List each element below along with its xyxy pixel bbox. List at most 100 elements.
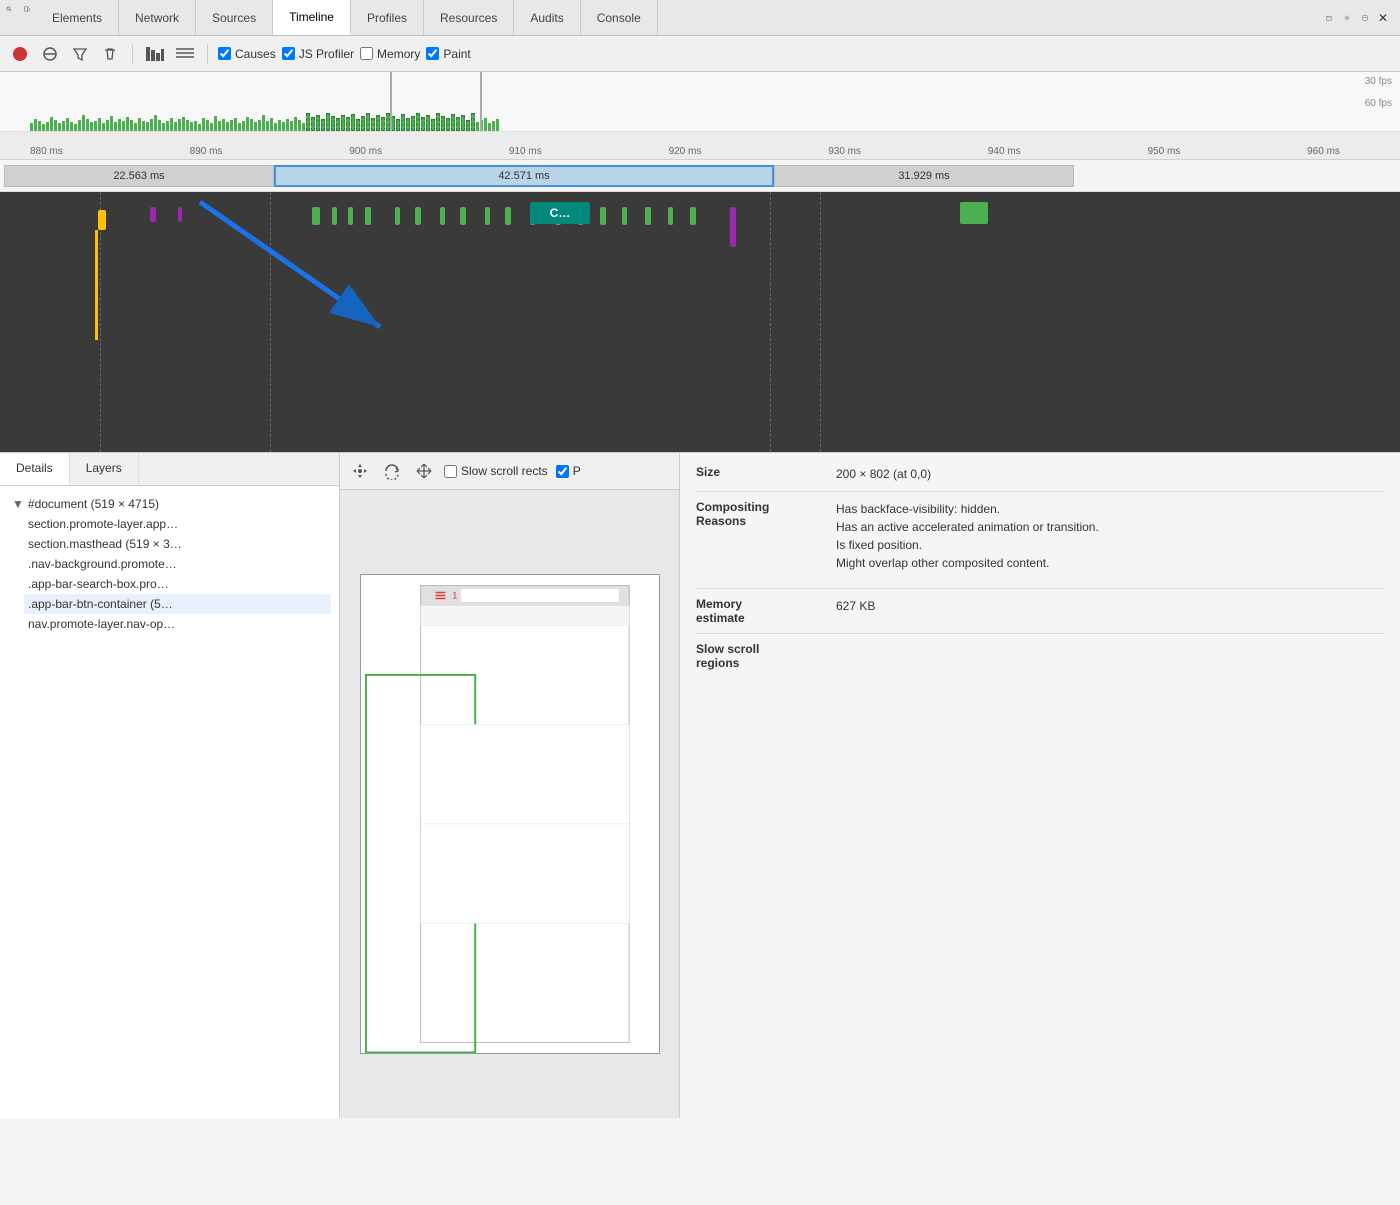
- compositing-label: CompositingReasons: [696, 500, 836, 572]
- event-green-14[interactable]: [600, 207, 606, 225]
- tick-960: 960 ms: [1307, 146, 1340, 157]
- timeline-events: C…: [0, 192, 1400, 452]
- prop-size-row: Size 200 × 802 (at 0,0): [696, 465, 1384, 483]
- tab-network[interactable]: Network: [119, 0, 196, 35]
- bars-view-button[interactable]: [143, 42, 167, 66]
- tree-item-1[interactable]: section.masthead (519 × 3…: [24, 534, 331, 554]
- tick-950: 950 ms: [1147, 146, 1180, 157]
- search-icon[interactable]: [0, 0, 18, 18]
- record-button[interactable]: [8, 42, 32, 66]
- flame-view-button[interactable]: [173, 42, 197, 66]
- tree-item-5[interactable]: nav.promote-layer.nav-op…: [24, 614, 331, 634]
- tree-item-4[interactable]: .app-bar-btn-container (5…: [24, 594, 331, 614]
- tick-920: 920 ms: [669, 146, 702, 157]
- timeline-toolbar: Causes JS Profiler Memory Paint: [0, 36, 1400, 72]
- preview-panel: Slow scroll rects P 1: [340, 453, 680, 1118]
- device-icon[interactable]: [18, 0, 36, 18]
- settings-icon[interactable]: [1338, 9, 1356, 27]
- tab-profiles[interactable]: Profiles: [351, 0, 424, 35]
- tree-item-0[interactable]: section.promote-layer.app…: [24, 514, 331, 534]
- dock-icon[interactable]: [1320, 9, 1338, 27]
- event-purple-3[interactable]: [730, 207, 736, 247]
- tree-item-3[interactable]: .app-bar-search-box.pro…: [24, 574, 331, 594]
- devtools-nav: Elements Network Sources Timeline Profil…: [0, 0, 1400, 36]
- event-green-17[interactable]: [668, 207, 673, 225]
- svg-text:1: 1: [452, 590, 457, 600]
- event-green-2[interactable]: [332, 207, 337, 225]
- memory-label: Memoryestimate: [696, 597, 836, 625]
- prop-slow-scroll-row: Slow scrollregions: [696, 642, 1384, 670]
- event-green-7[interactable]: [440, 207, 445, 225]
- close-icon[interactable]: ✕: [1374, 9, 1392, 27]
- tree-root-item[interactable]: ▼ #document (519 × 4715): [8, 494, 331, 514]
- event-green-15[interactable]: [622, 207, 627, 225]
- timeline-area: 30 fps 60 fps: [0, 72, 1400, 453]
- tab-timeline[interactable]: Timeline: [273, 0, 351, 35]
- tick-910: 910 ms: [509, 146, 542, 157]
- vline-1: [270, 192, 271, 452]
- slow-scroll-label: Slow scrollregions: [696, 642, 836, 670]
- rotate-button[interactable]: [380, 459, 404, 483]
- tab-resources[interactable]: Resources: [424, 0, 514, 35]
- pan-button[interactable]: [348, 459, 372, 483]
- move-button[interactable]: [412, 459, 436, 483]
- tab-sources[interactable]: Sources: [196, 0, 273, 35]
- properties-panel: Size 200 × 802 (at 0,0) CompositingReaso…: [680, 453, 1400, 1118]
- event-c-label[interactable]: C…: [530, 202, 590, 224]
- tick-900: 900 ms: [349, 146, 382, 157]
- tree-children: section.promote-layer.app… section.masth…: [8, 514, 331, 634]
- undock-icon[interactable]: [1356, 9, 1374, 27]
- tree-collapse-arrow: ▼: [12, 497, 24, 511]
- event-green-1[interactable]: [312, 207, 320, 225]
- event-green-16[interactable]: [645, 207, 651, 225]
- event-purple-2[interactable]: [178, 207, 182, 222]
- filter-button[interactable]: [68, 42, 92, 66]
- fps-area: 30 fps 60 fps: [0, 72, 1400, 132]
- event-green-9[interactable]: [485, 207, 490, 225]
- event-yellow-1[interactable]: [98, 210, 106, 230]
- tree-item-2[interactable]: .nav-background.promote…: [24, 554, 331, 574]
- paint-checkbox-preview[interactable]: P: [556, 464, 581, 478]
- vline-4: [820, 192, 821, 452]
- js-profiler-checkbox[interactable]: JS Profiler: [282, 47, 354, 61]
- event-green-8[interactable]: [460, 207, 466, 225]
- tab-console[interactable]: Console: [581, 0, 658, 35]
- tab-audits[interactable]: Audits: [514, 0, 580, 35]
- event-green-3[interactable]: [348, 207, 353, 225]
- divider-2: [696, 588, 1384, 589]
- frame-bars-row: 22.563 ms 42.571 ms 31.929 ms: [0, 160, 1400, 192]
- clear-button[interactable]: [98, 42, 122, 66]
- tab-elements[interactable]: Elements: [36, 0, 119, 35]
- event-green-6[interactable]: [415, 207, 421, 225]
- memory-value: 627 KB: [836, 597, 1384, 625]
- event-green-18[interactable]: [690, 207, 696, 225]
- divider-3: [696, 633, 1384, 634]
- properties-content: Size 200 × 802 (at 0,0) CompositingReaso…: [680, 453, 1400, 690]
- compositing-value: Has backface-visibility: hidden. Has an …: [836, 500, 1384, 572]
- nav-right-icons: ✕: [1320, 0, 1400, 35]
- preview-toolbar: Slow scroll rects P: [340, 453, 679, 490]
- causes-checkbox[interactable]: Causes: [218, 47, 276, 61]
- tab-details[interactable]: Details: [0, 453, 70, 485]
- event-green-right[interactable]: [960, 202, 988, 224]
- event-green-4[interactable]: [365, 207, 371, 225]
- prop-memory-row: Memoryestimate 627 KB: [696, 597, 1384, 625]
- compositing-reasons-block: CompositingReasons Has backface-visibili…: [696, 500, 1384, 572]
- memory-checkbox[interactable]: Memory: [360, 47, 420, 61]
- preview-area: 1: [340, 490, 679, 1118]
- frame-bar-1[interactable]: 22.563 ms: [4, 165, 274, 187]
- event-green-10[interactable]: [505, 207, 511, 225]
- tab-layers[interactable]: Layers: [70, 453, 139, 485]
- tick-880: 880 ms: [30, 146, 63, 157]
- tick-940: 940 ms: [988, 146, 1021, 157]
- stop-button[interactable]: [38, 42, 62, 66]
- paint-checkbox[interactable]: Paint: [426, 47, 470, 61]
- event-purple-1[interactable]: [150, 207, 156, 222]
- layers-panel: Details Layers ▼ #document (519 × 4715) …: [0, 453, 340, 1118]
- fps-60-label: 60 fps: [1365, 98, 1392, 109]
- event-green-5[interactable]: [395, 207, 400, 225]
- frame-bar-3[interactable]: 31.929 ms: [774, 165, 1074, 187]
- vline-3: [100, 192, 101, 452]
- frame-bar-selected[interactable]: 42.571 ms: [274, 165, 774, 187]
- slow-scroll-checkbox[interactable]: Slow scroll rects: [444, 464, 548, 478]
